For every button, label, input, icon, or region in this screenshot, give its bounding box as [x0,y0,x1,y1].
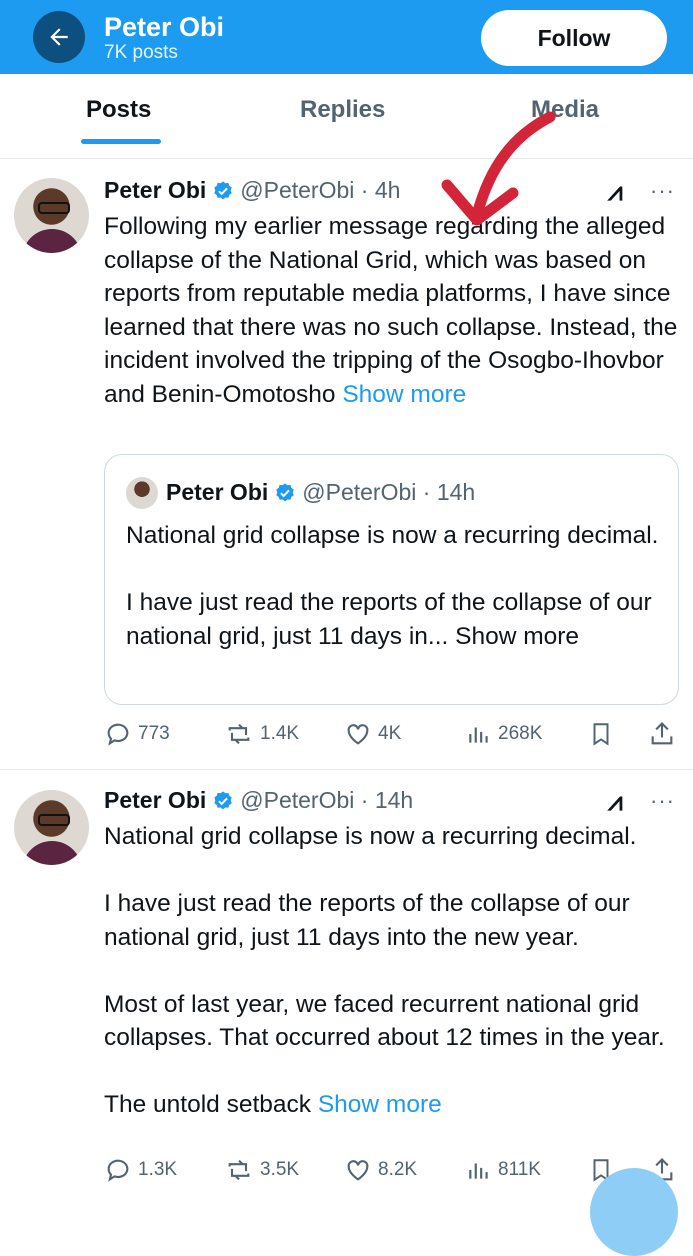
like-icon [347,724,369,745]
tweet-text: National grid collapse is now a recurrin… [104,820,679,1122]
like-icon [347,1160,369,1181]
like-button[interactable]: 8.2K [344,1156,417,1184]
profile-name: Peter Obi [104,12,225,42]
arrow-left-icon [50,28,68,46]
profile-tabs: Posts Replies Media [0,74,693,159]
more-icon[interactable]: ··· [650,788,675,814]
views-count: 811K [498,1159,541,1180]
views-icon [469,727,488,743]
reply-icon [107,723,129,746]
quoted-author-name: Peter Obi [166,479,269,505]
repost-button[interactable]: 1.4K [224,720,299,748]
verified-badge-icon [214,180,232,199]
tab-posts[interactable]: Posts [86,96,151,124]
author-name[interactable]: Peter Obi [104,177,206,204]
show-more-link[interactable]: Show more [342,381,466,408]
views-icon [469,1163,488,1179]
like-count: 4K [378,723,402,744]
verified-badge-icon [276,482,294,501]
posts-count: 7K posts [104,42,178,63]
active-tab-indicator [81,139,161,144]
like-count: 8.2K [378,1159,418,1180]
repost-button[interactable]: 3.5K [224,1156,299,1184]
reply-button[interactable]: 773 [104,720,170,748]
bookmark-button[interactable] [588,720,620,748]
share-button[interactable] [648,720,682,748]
quoted-text: National grid collapse is now a recurrin… [126,519,666,653]
back-button[interactable] [33,11,85,63]
repost-count: 1.4K [260,723,300,744]
show-more-link[interactable]: Show more [318,1091,442,1118]
share-icon [651,722,673,745]
reply-count: 773 [138,723,170,744]
avatar[interactable] [14,178,89,253]
quoted-tweet[interactable]: Peter Obi @PeterObi · 14h National grid … [104,454,679,705]
like-button[interactable]: 4K [344,720,401,748]
tweet-actions: 1.3K 3.5K 8.2K 811K [104,1156,682,1186]
reply-button[interactable]: 1.3K [104,1156,177,1184]
grok-icon[interactable]: ⩘ [608,786,623,818]
verified-badge-icon [214,790,232,809]
views-count: 268K [498,723,543,744]
follow-button[interactable]: Follow [481,10,667,66]
compose-button[interactable] [590,1168,678,1256]
tweet-text: Following my earlier message regarding t… [104,210,679,411]
tweet-body: Following my earlier message regarding t… [104,213,678,408]
grok-icon[interactable]: ⩘ [608,176,623,208]
more-icon[interactable]: ··· [650,178,675,204]
tweet-header: Peter Obi @PeterObi · 14h [104,787,413,814]
author-name[interactable]: Peter Obi [104,787,206,814]
quoted-handle-time: @PeterObi · 14h [302,479,476,505]
repost-icon [228,1159,250,1181]
tweet[interactable]: Peter Obi @PeterObi · 4h ⩘ ··· Following… [0,160,693,770]
reply-icon [107,1159,129,1182]
annotation-arrow-icon [441,111,556,226]
tweet-actions: 773 1.4K 4K 268K [104,720,682,750]
quoted-show-more[interactable]: Show more [455,623,579,650]
views-button[interactable]: 811K [466,1156,541,1184]
profile-header: Peter Obi 7K posts Follow [0,0,693,74]
author-handle-time: @PeterObi · 4h [240,177,401,203]
tweet[interactable]: Peter Obi @PeterObi · 14h ⩘ ··· National… [0,770,693,1200]
quoted-tweet-header: Peter Obi @PeterObi · 14h [166,479,475,506]
avatar [126,477,158,509]
avatar[interactable] [14,790,89,865]
repost-icon [228,723,250,745]
tab-replies[interactable]: Replies [300,96,385,124]
tweet-header: Peter Obi @PeterObi · 4h [104,177,400,204]
tweet-body: National grid collapse is now a recurrin… [104,823,665,1118]
author-handle-time: @PeterObi · 14h [240,787,414,813]
repost-count: 3.5K [260,1159,300,1180]
views-button[interactable]: 268K [466,720,542,748]
reply-count: 1.3K [138,1159,178,1180]
bookmark-icon [593,723,609,746]
